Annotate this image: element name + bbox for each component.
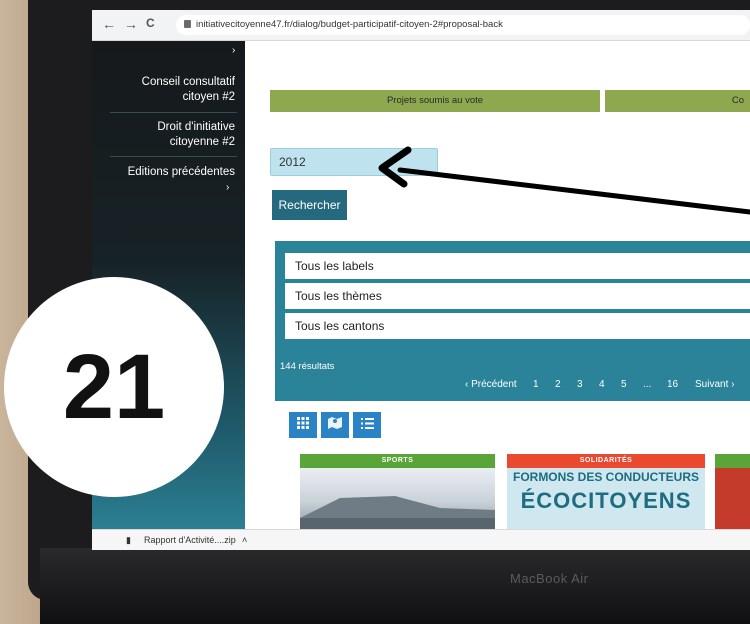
address-bar[interactable]: initiativecitoyenne47.fr/dialog/budget-p… (176, 15, 750, 35)
step-number-badge: 21 (4, 277, 224, 497)
sidebar-item-editions-precedentes[interactable]: Editions précédentes (115, 165, 235, 180)
sidebar-divider (110, 112, 237, 113)
pagination-page[interactable]: 5 (621, 379, 627, 390)
forward-icon[interactable]: → (124, 16, 138, 32)
tab-next[interactable]: Co (605, 90, 750, 112)
project-card[interactable]: SOLIDARITÉS FORMONS DES CONDUCTEURS ÉCOC… (507, 454, 705, 529)
card-title-small: FORMONS DES CONDUCTEURS (512, 470, 699, 484)
sidebar-divider (110, 156, 237, 157)
pagination-page[interactable]: 4 (599, 379, 605, 390)
chevron-right-icon[interactable]: › (226, 182, 229, 193)
map-icon[interactable] (321, 412, 349, 438)
search-input[interactable]: 2012 (270, 148, 438, 176)
search-button[interactable]: Rechercher (272, 190, 347, 220)
browser-toolbar: ← → C initiativecitoyenne47.fr/dialog/bu… (92, 10, 750, 41)
tab-projets-soumis[interactable]: Projets soumis au vote (270, 90, 600, 112)
pagination-next[interactable]: Suivant › (695, 379, 734, 390)
downloads-bar: ▮ Rapport d'Activité....zip ˄ (92, 529, 750, 550)
chevron-up-icon[interactable]: ˄ (242, 530, 247, 550)
pagination-prev[interactable]: ‹ Précédent (465, 379, 517, 390)
card-category-tag: SOLIDARITÉS (507, 454, 705, 468)
list-icon[interactable] (353, 412, 381, 438)
filter-cantons-select[interactable]: Tous les cantons (285, 313, 750, 339)
reload-icon[interactable]: C (146, 16, 155, 30)
pagination-ellipsis: ... (643, 379, 652, 390)
filter-themes-select[interactable]: Tous les thèmes (285, 283, 750, 309)
filters-panel: Tous les labels Tous les thèmes Tous les… (275, 241, 750, 401)
filter-labels-select[interactable]: Tous les labels (285, 253, 750, 279)
results-count: 144 résultats (280, 361, 335, 372)
chevron-right-icon[interactable]: › (232, 45, 235, 56)
project-card[interactable] (715, 454, 750, 529)
laptop-brand-label: MacBook Air (510, 571, 589, 586)
sidebar-item-droit-initiative[interactable]: Droit d'initiative citoyenne #2 (115, 120, 235, 150)
laptop-base (40, 548, 750, 624)
file-icon: ▮ (126, 535, 131, 545)
card-title-big: ÉCOCITOYENS (520, 488, 692, 513)
back-icon[interactable]: ← (102, 16, 116, 32)
grid-icon[interactable] (289, 412, 317, 438)
card-image (300, 468, 495, 529)
card-category-tag: SPORTS (300, 454, 495, 468)
pagination-page[interactable]: 16 (667, 379, 678, 390)
tab-bar: Projets soumis au vote Co (270, 90, 750, 112)
main-content: Projets soumis au vote Co 2012 Recherche… (245, 41, 750, 529)
project-card[interactable]: SPORTS (300, 454, 495, 529)
pagination-page[interactable]: 1 (533, 379, 539, 390)
card-image: FORMONS DES CONDUCTEURS ÉCOCITOYENS (507, 468, 705, 529)
download-item[interactable]: Rapport d'Activité....zip (144, 530, 236, 550)
url-text: initiativecitoyenne47.fr/dialog/budget-p… (196, 19, 503, 30)
screen: ← → C initiativecitoyenne47.fr/dialog/bu… (92, 10, 750, 550)
pagination: ‹ Précédent 1 2 3 4 5 ... 16 Suivant › (465, 379, 750, 393)
sidebar-item-conseil-consultatif[interactable]: Conseil consultatif citoyen #2 (115, 75, 235, 105)
lock-icon (184, 20, 191, 29)
pagination-page[interactable]: 3 (577, 379, 583, 390)
card-category-tag (715, 454, 750, 468)
pagination-page[interactable]: 2 (555, 379, 561, 390)
card-image (715, 468, 750, 529)
